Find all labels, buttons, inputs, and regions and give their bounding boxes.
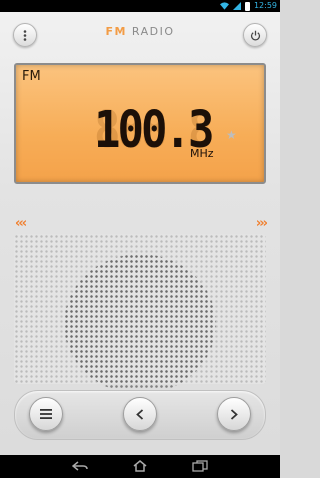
favorite-star-icon[interactable]: ★	[226, 128, 237, 142]
app-title-accent: FM	[105, 25, 127, 38]
power-icon	[250, 30, 260, 40]
fm-radio-app: FM RADIO FM 888.8 100.3 MHz ★ ‹‹‹ ›››	[0, 12, 280, 455]
navigation-bar	[0, 455, 280, 478]
recents-icon	[192, 460, 208, 472]
status-icons: 12:59	[219, 0, 277, 12]
list-icon	[40, 409, 52, 419]
tune-up-arrows[interactable]: ›››	[256, 216, 268, 231]
frequency-display: FM 888.8 100.3 MHz ★	[14, 63, 266, 184]
home-icon	[133, 460, 147, 472]
status-time: 12:59	[253, 1, 277, 10]
back-icon	[72, 461, 88, 471]
chevron-left-icon	[136, 408, 144, 420]
signal-icon	[232, 2, 241, 10]
app-title-rest: RADIO	[126, 25, 175, 38]
band-label: FM	[22, 69, 41, 84]
power-button[interactable]	[243, 23, 267, 47]
speaker-center	[64, 254, 216, 394]
tune-down-arrows[interactable]: ‹‹‹	[15, 216, 27, 231]
back-button[interactable]	[72, 459, 88, 473]
top-bar: FM RADIO	[0, 12, 280, 58]
chevron-right-icon	[230, 408, 238, 420]
previous-station-button[interactable]	[123, 397, 157, 431]
next-station-button[interactable]	[217, 397, 251, 431]
frequency-unit: MHz	[190, 147, 214, 160]
station-list-button[interactable]	[29, 397, 63, 431]
status-bar: 12:59	[0, 0, 280, 12]
battery-icon	[244, 1, 250, 11]
recents-button[interactable]	[192, 459, 208, 473]
wifi-icon	[219, 2, 229, 10]
home-button[interactable]	[132, 459, 148, 473]
bottom-controls	[14, 390, 266, 440]
app-title: FM RADIO	[0, 25, 280, 38]
speaker-grille	[14, 234, 266, 394]
